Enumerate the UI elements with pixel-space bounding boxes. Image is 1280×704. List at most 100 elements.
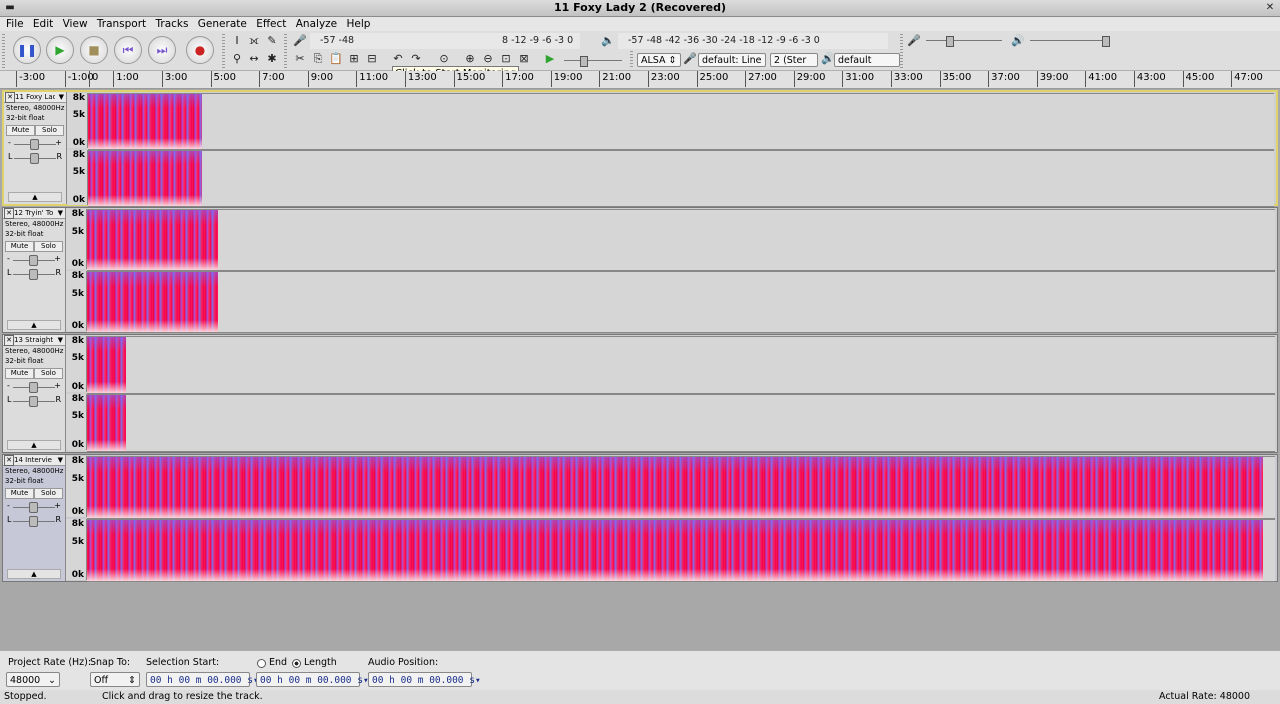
spectrogram-scale[interactable]: 8k 5k 0k (66, 394, 87, 450)
gain-knob[interactable] (29, 382, 38, 393)
close-track-icon[interactable]: ✕ (4, 208, 14, 219)
audio-clip[interactable] (87, 337, 127, 393)
pan-slider[interactable]: L R (7, 395, 61, 407)
collapse-track-button[interactable]: ▲ (7, 569, 61, 579)
timeshift-tool-icon[interactable]: ↔ (246, 51, 262, 67)
gain-knob[interactable] (29, 255, 38, 266)
menu-generate[interactable]: Generate (198, 17, 247, 31)
record-volume-knob[interactable] (946, 36, 954, 47)
solo-button[interactable]: Solo (34, 241, 63, 252)
play-speed-knob[interactable] (580, 56, 588, 67)
pan-slider[interactable]: L R (7, 268, 61, 280)
menu-edit[interactable]: Edit (33, 17, 53, 31)
spectrogram-channel[interactable] (87, 336, 1275, 394)
close-track-icon[interactable]: ✕ (4, 335, 14, 346)
close-track-icon[interactable]: ✕ (5, 92, 15, 103)
multi-tool-icon[interactable]: ✱ (264, 51, 280, 67)
draw-tool-icon[interactable]: ✎ (264, 33, 280, 49)
solo-button[interactable]: Solo (34, 368, 63, 379)
audio-track[interactable]: ✕ 11 Foxy Lad ▼ Stereo, 48000Hz 32-bit f… (2, 90, 1278, 207)
silence-icon[interactable]: ⊟ (364, 51, 380, 67)
spectrogram-scale[interactable]: 8k 5k 0k (66, 271, 87, 331)
playback-volume-slider[interactable] (1030, 36, 1110, 47)
spectrogram-channel[interactable] (88, 93, 1274, 150)
pan-knob[interactable] (30, 153, 39, 164)
spectrogram-channel[interactable] (87, 394, 1275, 452)
undo-icon[interactable]: ↶ (390, 51, 406, 67)
record-meter[interactable]: -57 -48 8 -12 -9 -6 -3 0 (310, 33, 580, 49)
mute-button[interactable]: Mute (6, 125, 35, 136)
selection-start-field[interactable]: 00 h 00 m 00.000 s▾ (146, 672, 259, 687)
track-menu-chevron-icon[interactable]: ▼ (58, 455, 63, 465)
toolbar-grip[interactable] (900, 34, 903, 68)
fit-project-icon[interactable]: ⊠ (516, 51, 532, 67)
close-track-icon[interactable]: ✕ (4, 455, 14, 466)
gain-slider[interactable]: - + (7, 381, 61, 393)
spectrogram-scale[interactable]: 8k 5k 0k (66, 456, 87, 517)
menu-view[interactable]: View (63, 17, 88, 31)
zoom-tool-icon[interactable]: ⚲ (229, 51, 245, 67)
toolbar-grip[interactable] (222, 34, 225, 68)
collapse-track-button[interactable]: ▲ (7, 320, 61, 330)
collapse-track-button[interactable]: ▲ (7, 440, 61, 450)
solo-button[interactable]: Solo (34, 488, 63, 499)
menu-file[interactable]: File (6, 17, 24, 31)
spectrogram-channel[interactable] (88, 150, 1274, 207)
track-control-panel[interactable]: ✕ 13 Straight ▼ Stereo, 48000Hz 32-bit f… (3, 335, 66, 452)
track-menu-chevron-icon[interactable]: ▼ (59, 92, 64, 102)
recording-channels-select[interactable]: 2 (Ster (770, 53, 818, 67)
menu-effect[interactable]: Effect (256, 17, 286, 31)
recording-device-select[interactable]: default: Line (698, 53, 766, 67)
track-name-button[interactable]: 13 Straight (14, 335, 54, 345)
spectrogram-channel[interactable] (87, 456, 1275, 519)
spectrogram-channel[interactable] (87, 271, 1275, 333)
selection-tool-icon[interactable]: I (229, 33, 245, 49)
spectrogram-channel[interactable] (87, 519, 1275, 582)
play-at-speed-icon[interactable]: ▶ (542, 51, 558, 67)
close-window-icon[interactable]: ✕ (1264, 2, 1276, 13)
zoom-out-icon[interactable]: ⊖ (480, 51, 496, 67)
redo-icon[interactable]: ↷ (408, 51, 424, 67)
mute-button[interactable]: Mute (5, 241, 34, 252)
collapse-track-button[interactable]: ▲ (8, 192, 62, 202)
audio-clip[interactable] (87, 272, 218, 332)
pan-knob[interactable] (29, 396, 38, 407)
spectrogram-scale[interactable]: 8k 5k 0k (67, 150, 88, 205)
playback-volume-knob[interactable] (1102, 36, 1110, 47)
track-menu-chevron-icon[interactable]: ▼ (58, 208, 63, 218)
pan-slider[interactable]: L R (8, 152, 62, 164)
track-name-button[interactable]: 14 Intervie (14, 455, 54, 465)
play-meter-speaker-icon[interactable]: 🔈 (600, 33, 616, 49)
pan-knob[interactable] (29, 269, 38, 280)
snap-to-select[interactable]: Off ⇕ (90, 672, 140, 687)
toolbar-grip[interactable] (630, 51, 633, 67)
sync-lock-icon[interactable]: ⊙ (436, 51, 452, 67)
track-control-panel[interactable]: ✕ 12 Tryin' To ▼ Stereo, 48000Hz 32-bit … (3, 208, 66, 332)
spectrogram-scale[interactable]: 8k 5k 0k (66, 336, 87, 392)
envelope-tool-icon[interactable]: ⟗ (246, 33, 262, 49)
selection-end-field[interactable]: 00 h 00 m 00.000 s▾ (256, 672, 369, 687)
spectrogram-scale[interactable]: 8k 5k 0k (66, 209, 87, 269)
track-menu-chevron-icon[interactable]: ▼ (58, 335, 63, 345)
menu-help[interactable]: Help (346, 17, 370, 31)
playback-device-select[interactable]: default (834, 53, 900, 67)
toolbar-grip[interactable] (2, 34, 5, 68)
track-control-panel[interactable]: ✕ 11 Foxy Lad ▼ Stereo, 48000Hz 32-bit f… (4, 92, 67, 204)
audio-clip[interactable] (88, 94, 203, 149)
skip-start-button[interactable]: ⏮ (114, 36, 142, 64)
toolbar-grip[interactable] (284, 34, 287, 68)
menu-tracks[interactable]: Tracks (156, 17, 189, 31)
menu-transport[interactable]: Transport (97, 17, 146, 31)
paste-icon[interactable]: 📋 (328, 51, 344, 67)
cut-icon[interactable]: ✂ (292, 51, 308, 67)
menu-analyze[interactable]: Analyze (296, 17, 337, 31)
end-radio[interactable] (257, 659, 266, 668)
record-button[interactable]: ● (186, 36, 214, 64)
play-button[interactable]: ▶ (46, 36, 74, 64)
audio-track[interactable]: ✕ 14 Intervie ▼ Stereo, 48000Hz 32-bit f… (2, 454, 1278, 582)
audio-host-select[interactable]: ALSA ⇕ (637, 53, 681, 67)
spectrogram-scale[interactable]: 8k 5k 0k (67, 93, 88, 148)
record-meter-mic-icon[interactable]: 🎤 (292, 33, 308, 49)
play-speed-slider[interactable] (564, 56, 622, 67)
pause-button[interactable]: ❚❚ (13, 36, 41, 64)
